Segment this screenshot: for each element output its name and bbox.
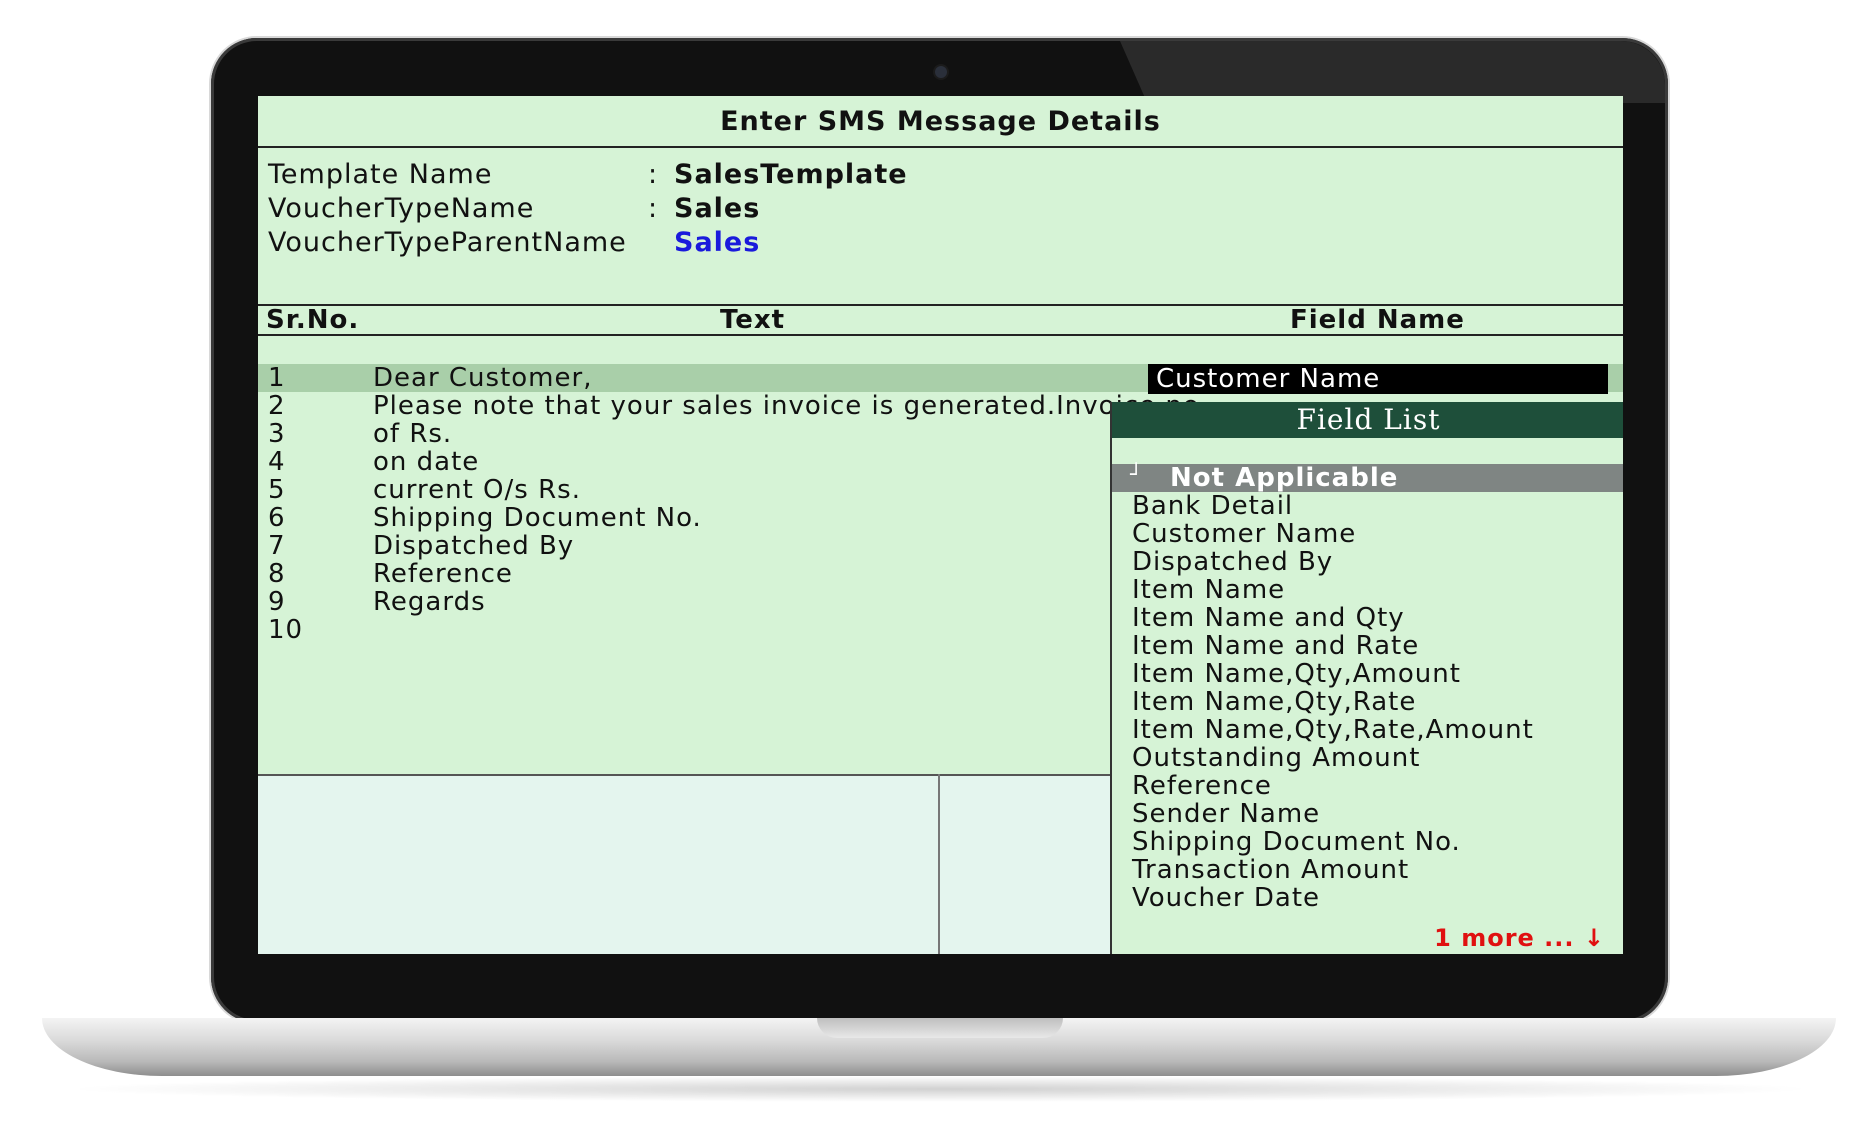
row-text[interactable]: of Rs. (373, 420, 452, 448)
field-list-item-selected[interactable]: ┘ Not Applicable (1112, 462, 1623, 493)
row-text[interactable]: on date (373, 448, 479, 476)
camera-icon (935, 66, 947, 78)
field-name-input[interactable]: Customer Name (1148, 364, 1608, 394)
row-text[interactable]: Please note that your sales invoice is g… (373, 392, 1209, 420)
col-field-name: Field Name (1290, 305, 1465, 335)
row-number: 6 (268, 503, 286, 533)
field-list-item[interactable]: Customer Name (1132, 520, 1356, 548)
row-text[interactable]: Regards (373, 588, 486, 616)
field-list-item[interactable]: Transaction Amount (1132, 856, 1409, 884)
enter-icon: ┘ (1130, 462, 1144, 486)
laptop-shadow (60, 1076, 1820, 1102)
field-list-title: Field List (1112, 402, 1623, 438)
colon: : (648, 159, 659, 190)
row-number: 3 (268, 419, 286, 449)
voucher-parent-label: VoucherTypeParentName (268, 227, 627, 258)
row-text[interactable]: current O/s Rs. (373, 476, 581, 504)
field-list-item[interactable]: Item Name and Rate (1132, 632, 1419, 660)
field-list-popup: Field List ┘ Not Applicable Bank Detail … (1110, 402, 1623, 954)
voucher-type-label: VoucherTypeName (268, 193, 535, 224)
voucher-type-value[interactable]: Sales (674, 192, 760, 226)
field-list-item[interactable]: Bank Detail (1132, 492, 1293, 520)
row-number: 5 (268, 475, 286, 505)
col-text: Text (720, 305, 786, 335)
row-text[interactable]: Shipping Document No. (373, 504, 702, 532)
row-number: 10 (268, 615, 304, 645)
row-text[interactable]: Dispatched By (373, 532, 574, 560)
window-title: Enter SMS Message Details (258, 96, 1623, 148)
row-number: 7 (268, 531, 286, 561)
lid-glare (1120, 41, 1665, 103)
row-number: 4 (268, 447, 286, 477)
app-screen: Enter SMS Message Details Template Name … (258, 96, 1623, 954)
row-text[interactable]: Reference (373, 560, 513, 588)
field-list-item[interactable]: Item Name,Qty,Rate (1132, 688, 1416, 716)
row-text[interactable]: Dear Customer, (373, 364, 592, 392)
field-list-item[interactable]: Item Name (1132, 576, 1285, 604)
field-list-item[interactable]: Item Name,Qty,Rate,Amount (1132, 716, 1534, 744)
laptop-notch (817, 1018, 1063, 1038)
field-list-item[interactable]: Item Name and Qty (1132, 604, 1405, 632)
field-list-item[interactable]: Item Name,Qty,Amount (1132, 660, 1461, 688)
template-name-value[interactable]: SalesTemplate (674, 158, 908, 192)
more-items-link[interactable]: 1 more ... ↓ (1434, 924, 1605, 952)
col-srno: Sr.No. (266, 305, 360, 335)
field-list-item[interactable]: Voucher Date (1132, 884, 1320, 912)
field-list-item[interactable]: Dispatched By (1132, 548, 1333, 576)
row-number: 2 (268, 391, 286, 421)
row-number: 8 (268, 559, 286, 589)
field-list-item[interactable]: Reference (1132, 772, 1272, 800)
voucher-parent-value[interactable]: Sales (674, 226, 760, 260)
colon: : (648, 193, 659, 224)
field-list-item[interactable]: Sender Name (1132, 800, 1320, 828)
template-name-label: Template Name (268, 159, 493, 190)
field-list-item[interactable]: Shipping Document No. (1132, 828, 1461, 856)
row-number: 1 (268, 363, 286, 393)
panel-divider (938, 774, 940, 954)
field-list-item[interactable]: Outstanding Amount (1132, 744, 1420, 772)
table-header: Sr.No. Text Field Name (258, 304, 1623, 336)
row-number: 9 (268, 587, 286, 617)
field-list-item-label: Not Applicable (1170, 463, 1399, 493)
